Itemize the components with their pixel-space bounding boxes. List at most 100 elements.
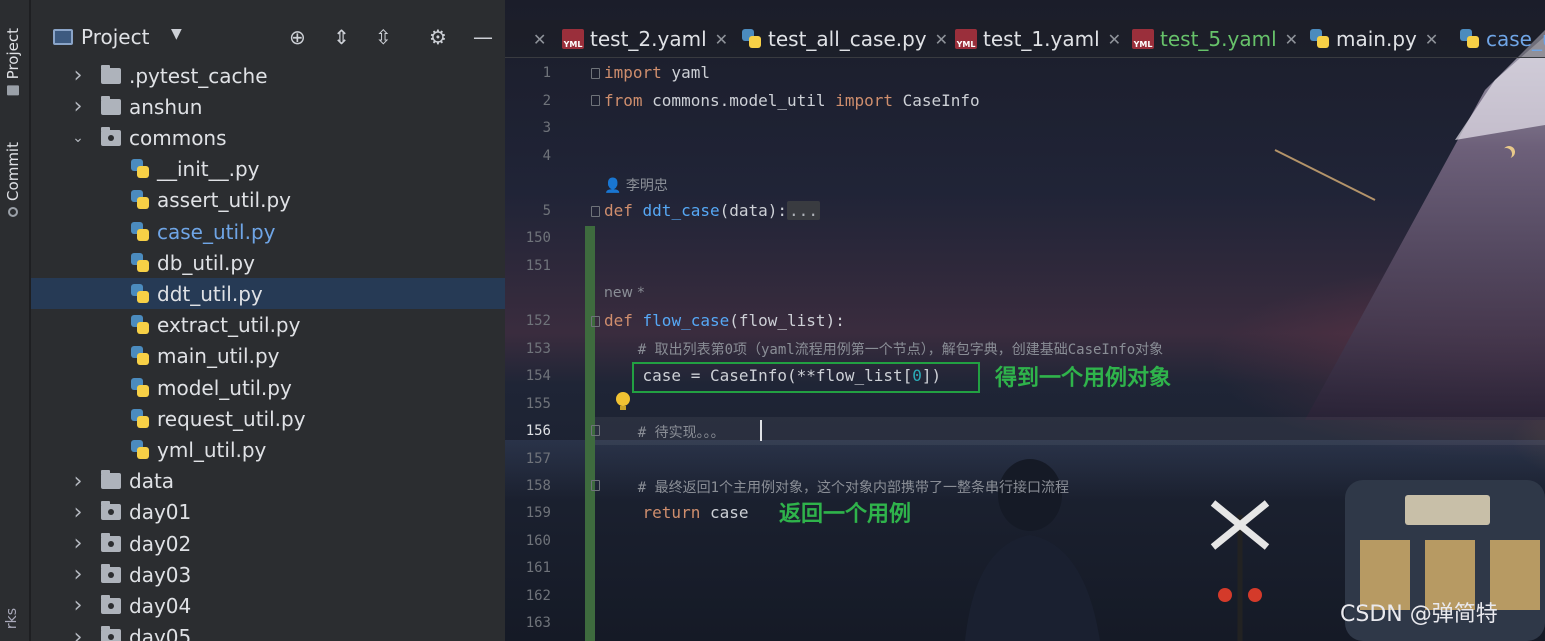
author-inlay-hint[interactable]: 👤 李明忠 xyxy=(604,175,668,195)
chevron-down-icon[interactable]: ▼ xyxy=(171,26,182,42)
fold-icon[interactable] xyxy=(591,480,600,491)
tree-item[interactable]: › day01 xyxy=(31,497,505,528)
new-inlay-hint[interactable]: new * xyxy=(604,285,644,301)
close-icon[interactable]: ✕ xyxy=(1108,30,1121,49)
chevron-right-icon[interactable]: › xyxy=(71,469,85,494)
bookmarks-tool-tab[interactable]: rks xyxy=(4,608,20,629)
close-icon[interactable]: ✕ xyxy=(715,30,728,49)
code-line-152[interactable]: def flow_case(flow_list): xyxy=(604,311,845,330)
tree-item[interactable]: model_util.py xyxy=(31,372,505,403)
close-icon[interactable]: ✕ xyxy=(533,30,546,49)
tab-test-2-yaml[interactable]: YML test_2.yaml ✕ xyxy=(562,20,728,58)
tree-item[interactable]: › day03 xyxy=(31,559,505,590)
lightbulb-icon[interactable] xyxy=(615,392,631,410)
code-line-5[interactable]: def ddt_case(data):... xyxy=(604,201,820,220)
chevron-down-icon[interactable]: ⌄ xyxy=(71,130,85,146)
line-number[interactable]: 160 xyxy=(505,533,551,549)
tab-close-prev[interactable]: ✕ xyxy=(525,20,546,58)
fold-icon[interactable] xyxy=(591,316,600,327)
tree-item[interactable]: › .pytest_cache xyxy=(31,60,505,91)
line-number[interactable]: 158 xyxy=(505,478,551,494)
tree-item[interactable]: main_util.py xyxy=(31,341,505,372)
tree-item[interactable]: extract_util.py xyxy=(31,310,505,341)
chevron-right-icon[interactable]: › xyxy=(71,94,85,119)
tree-item[interactable]: ⌄ commons xyxy=(31,122,505,153)
chevron-right-icon[interactable]: › xyxy=(71,531,85,556)
commit-icon xyxy=(8,206,18,217)
commit-tool-label: Commit xyxy=(4,142,22,201)
project-panel-title[interactable]: Project xyxy=(81,25,149,49)
code-line-158[interactable]: # 最终返回1个主用例对象，这个对象内部携带了一整条串行接口流程 xyxy=(604,477,1069,497)
python-file-icon xyxy=(131,346,149,366)
line-number[interactable]: 157 xyxy=(505,451,551,467)
tree-item[interactable]: › data xyxy=(31,466,505,497)
tree-item[interactable]: › day02 xyxy=(31,528,505,559)
line-number[interactable]: 150 xyxy=(505,230,551,246)
code-line-2[interactable]: from commons.model_util import CaseInfo xyxy=(604,91,980,110)
line-number[interactable]: 156 xyxy=(505,423,551,439)
folder-icon xyxy=(101,532,121,552)
close-icon[interactable]: ✕ xyxy=(935,30,948,49)
project-tool-tab[interactable]: Project xyxy=(4,28,22,96)
tab-test-all-case-py[interactable]: test_all_case.py ✕ xyxy=(742,20,948,58)
python-file-icon xyxy=(131,159,149,179)
chevron-right-icon[interactable]: › xyxy=(71,500,85,525)
tree-item[interactable]: assert_util.py xyxy=(31,185,505,216)
fold-icon[interactable] xyxy=(591,68,600,79)
gear-icon[interactable]: ⚙ xyxy=(429,25,447,49)
line-number[interactable]: 155 xyxy=(505,396,551,412)
line-number[interactable]: 5 xyxy=(505,203,551,219)
user-icon: 👤 xyxy=(604,178,626,194)
crosshair-icon[interactable]: ⊕ xyxy=(289,25,306,49)
moon-wallpaper xyxy=(1500,148,1512,160)
close-icon[interactable]: ✕ xyxy=(1425,30,1438,49)
line-number[interactable]: 3 xyxy=(505,120,551,136)
chevron-right-icon[interactable]: › xyxy=(71,625,85,641)
folded-code-placeholder[interactable]: ... xyxy=(787,201,820,220)
tab-case-util-py[interactable]: case_u xyxy=(1460,20,1545,58)
commit-tool-tab[interactable]: Commit xyxy=(4,142,22,217)
line-number[interactable]: 163 xyxy=(505,615,551,631)
line-number[interactable]: 153 xyxy=(505,341,551,357)
fold-icon[interactable] xyxy=(591,425,600,436)
tree-item[interactable]: __init__.py xyxy=(31,154,505,185)
minimize-icon[interactable]: — xyxy=(473,25,493,49)
tree-item[interactable]: › day05 xyxy=(31,622,505,641)
line-number[interactable]: 4 xyxy=(505,148,551,164)
tree-item[interactable]: yml_util.py xyxy=(31,434,505,465)
expand-all-icon[interactable]: ⇕ xyxy=(333,25,350,49)
line-number[interactable]: 162 xyxy=(505,588,551,604)
line-number[interactable]: 152 xyxy=(505,313,551,329)
tab-main-py[interactable]: main.py ✕ xyxy=(1310,20,1438,58)
tree-item[interactable]: case_util.py xyxy=(31,216,505,247)
line-number[interactable]: 161 xyxy=(505,560,551,576)
tree-item[interactable]: › anshun xyxy=(31,91,505,122)
tab-test-1-yaml[interactable]: YML test_1.yaml ✕ xyxy=(955,20,1121,58)
code-line-153[interactable]: # 取出列表第0项（yaml流程用例第一个节点），解包字典，创建基础CaseIn… xyxy=(604,339,1163,359)
code-line-159[interactable]: return case xyxy=(604,503,749,522)
folder-icon xyxy=(7,85,19,96)
collapse-all-icon[interactable]: ⇳ xyxy=(375,25,392,49)
fold-icon[interactable] xyxy=(591,206,600,217)
line-number[interactable]: 159 xyxy=(505,505,551,521)
chevron-right-icon[interactable]: › xyxy=(71,63,85,88)
chevron-right-icon[interactable]: › xyxy=(71,562,85,587)
line-number[interactable]: 1 xyxy=(505,65,551,81)
code-line-156[interactable]: # 待实现。。。 xyxy=(604,422,725,442)
tree-item[interactable]: › day04 xyxy=(31,590,505,621)
chevron-right-icon[interactable]: › xyxy=(71,593,85,618)
python-file-icon xyxy=(742,29,762,49)
line-number[interactable]: 151 xyxy=(505,258,551,274)
tree-item-label: day03 xyxy=(129,562,192,587)
fold-icon[interactable] xyxy=(591,95,600,106)
tree-item[interactable]: request_util.py xyxy=(31,403,505,434)
code-line-1[interactable]: import yaml xyxy=(604,63,710,82)
line-number[interactable]: 2 xyxy=(505,93,551,109)
tree-item[interactable]: db_util.py xyxy=(31,247,505,278)
editor-area: ✕ YML test_2.yaml ✕ test_all_case.py ✕ Y… xyxy=(505,0,1545,641)
line-number[interactable]: 154 xyxy=(505,368,551,384)
close-icon[interactable]: ✕ xyxy=(1285,30,1298,49)
tree-item[interactable]: ddt_util.py xyxy=(31,278,505,310)
folder-icon xyxy=(101,626,121,641)
tab-test-5-yaml[interactable]: YML test_5.yaml ✕ xyxy=(1132,20,1298,58)
